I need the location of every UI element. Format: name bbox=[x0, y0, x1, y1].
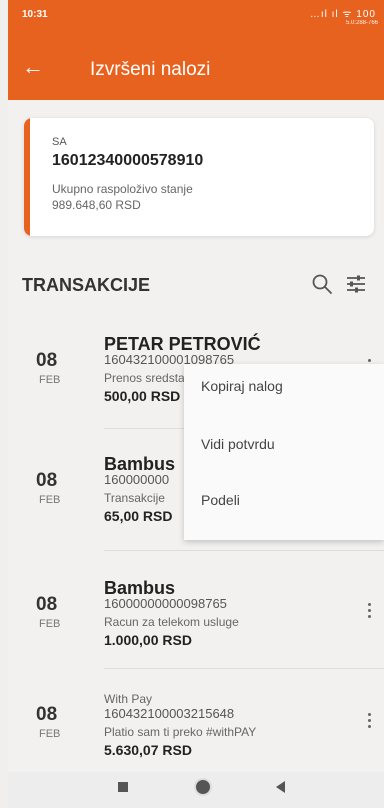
card-accent-bar bbox=[24, 118, 30, 236]
transaction-row[interactable]: 08 FEB Bambus 16000000000098765 Racun za… bbox=[8, 570, 384, 664]
transaction-account: 16000000000098765 bbox=[104, 596, 227, 611]
transaction-account: 160432100003215648 bbox=[104, 706, 235, 721]
system-nav-bar bbox=[8, 772, 384, 808]
transaction-amount: 1.000,00 RSD bbox=[104, 632, 192, 648]
balance-label: Ukupno raspoloživo stanje bbox=[52, 182, 193, 196]
app-screen: 10:31 …ıl ıl ᯤ 100 5.0:288-766 ← Izvršen… bbox=[8, 0, 384, 808]
context-menu: Kopiraj nalog Vidi potvrdu Podeli bbox=[184, 364, 384, 540]
transaction-amount: 5.630,07 RSD bbox=[104, 742, 192, 758]
transaction-amount: 65,00 RSD bbox=[104, 508, 173, 524]
filter-icon[interactable] bbox=[344, 272, 368, 296]
transaction-name: With Pay bbox=[104, 692, 153, 706]
row-divider bbox=[104, 550, 384, 551]
transaction-month: FEB bbox=[39, 374, 61, 386]
transaction-description: Transakcije bbox=[104, 491, 165, 505]
transaction-amount: 500,00 RSD bbox=[104, 388, 181, 404]
status-time: 10:31 bbox=[22, 9, 48, 20]
menu-item-view-confirmation[interactable]: Vidi potvrdu bbox=[201, 436, 275, 452]
search-icon[interactable] bbox=[310, 272, 334, 296]
back-arrow-icon[interactable]: ← bbox=[22, 56, 44, 78]
menu-item-share[interactable]: Podeli bbox=[201, 492, 240, 508]
account-number: 16012340000578910 bbox=[52, 152, 204, 169]
more-vert-icon[interactable] bbox=[364, 710, 374, 734]
transaction-day: 08 bbox=[36, 350, 58, 371]
transaction-month: FEB bbox=[39, 728, 61, 740]
transaction-month: FEB bbox=[39, 618, 61, 630]
nav-back-icon[interactable] bbox=[276, 781, 285, 793]
recent-apps-icon[interactable] bbox=[118, 782, 128, 792]
transaction-description: Platio sam ti preko #withPAY bbox=[104, 725, 257, 739]
account-label: SA bbox=[52, 136, 67, 148]
transaction-description: Racun za telekom usluge bbox=[104, 615, 239, 629]
account-card[interactable]: SA 16012340000578910 Ukupno raspoloživo … bbox=[24, 118, 374, 236]
transaction-month: FEB bbox=[39, 494, 61, 506]
transaction-day: 08 bbox=[36, 594, 58, 615]
row-divider bbox=[104, 668, 384, 669]
transaction-account: 160000000 bbox=[104, 472, 170, 487]
transaction-row[interactable]: 08 FEB With Pay 160432100003215648 Plati… bbox=[8, 680, 384, 774]
transaction-day: 08 bbox=[36, 470, 58, 491]
menu-item-copy-order[interactable]: Kopiraj nalog bbox=[201, 378, 283, 394]
transaction-day: 08 bbox=[36, 704, 58, 725]
page-title: Izvršeni nalozi bbox=[90, 59, 211, 80]
more-vert-icon[interactable] bbox=[364, 600, 374, 624]
section-title: TRANSAKCIJE bbox=[22, 275, 151, 295]
status-subtext: 5.0:288-766 bbox=[345, 20, 378, 26]
status-icons: …ıl ıl ᯤ 100 bbox=[309, 9, 376, 20]
app-bar: 10:31 …ıl ıl ᯤ 100 5.0:288-766 ← Izvršen… bbox=[8, 0, 384, 100]
home-icon[interactable] bbox=[194, 778, 212, 796]
balance-value: 989.648,60 RSD bbox=[52, 198, 141, 212]
